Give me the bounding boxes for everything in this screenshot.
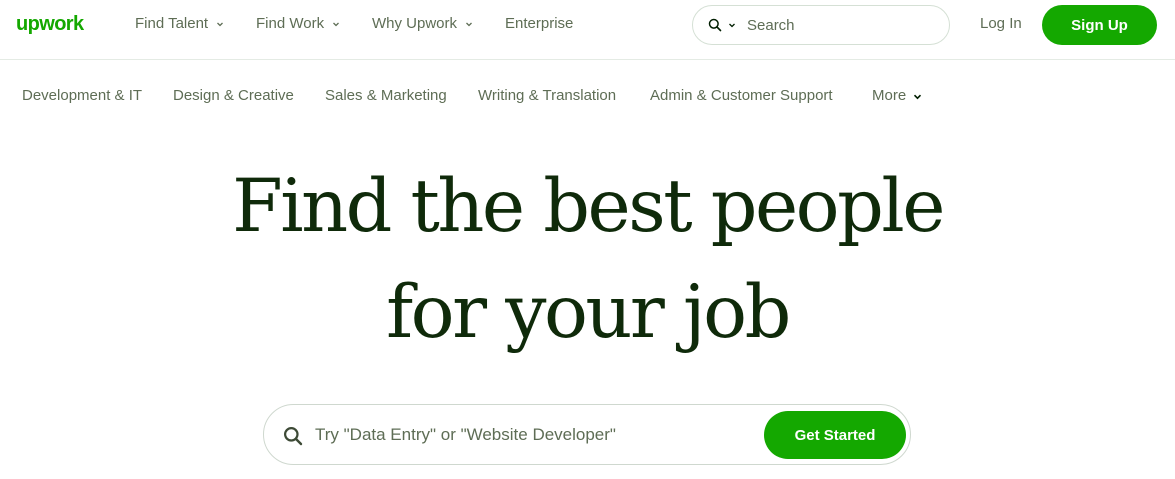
chevron-down-icon: [466, 22, 472, 27]
hero-search-bar[interactable]: Try "Data Entry" or "Website Developer" …: [263, 404, 911, 465]
nav-enterprise-label: Enterprise: [505, 15, 574, 32]
nav-why-upwork-label: Why Upwork: [372, 15, 458, 32]
header-search[interactable]: Search: [692, 5, 950, 45]
nav-find-work-label: Find Work: [256, 15, 325, 32]
upwork-logo[interactable]: upwork: [16, 12, 84, 36]
category-admin-support[interactable]: Admin & Customer Support: [650, 86, 833, 106]
category-development-it[interactable]: Development & IT: [22, 86, 142, 106]
chevron-down-icon: [914, 94, 922, 99]
hero-heading-line-2: for your job: [386, 270, 791, 355]
hero-search-placeholder: Try "Data Entry" or "Website Developer": [315, 425, 616, 444]
search-icon: [708, 18, 722, 32]
top-header: upwork Find Talent Find Work Why Upwork …: [0, 0, 1175, 49]
category-more[interactable]: More: [872, 86, 922, 106]
signup-button[interactable]: Sign Up: [1042, 5, 1157, 45]
nav-find-work[interactable]: Find Work: [256, 14, 340, 34]
category-design-creative[interactable]: Design & Creative: [173, 86, 294, 106]
nav-find-talent[interactable]: Find Talent: [135, 14, 224, 34]
chevron-down-icon: [333, 22, 340, 27]
hero-heading-line-1: Find the best people: [232, 164, 945, 249]
login-link[interactable]: Log In: [980, 14, 1022, 34]
get-started-button[interactable]: Get Started: [764, 411, 906, 459]
nav-why-upwork[interactable]: Why Upwork: [372, 14, 473, 34]
header-divider: [0, 59, 1175, 60]
chevron-down-icon: [217, 22, 224, 27]
search-icon: [284, 427, 303, 446]
header-search-placeholder: Search: [747, 16, 795, 34]
nav-find-talent-label: Find Talent: [135, 15, 209, 32]
category-writing-translation[interactable]: Writing & Translation: [478, 86, 616, 106]
nav-enterprise[interactable]: Enterprise: [505, 14, 573, 34]
chevron-down-icon[interactable]: [728, 21, 736, 29]
category-sales-marketing[interactable]: Sales & Marketing: [325, 86, 447, 106]
category-more-label: More: [872, 87, 907, 104]
